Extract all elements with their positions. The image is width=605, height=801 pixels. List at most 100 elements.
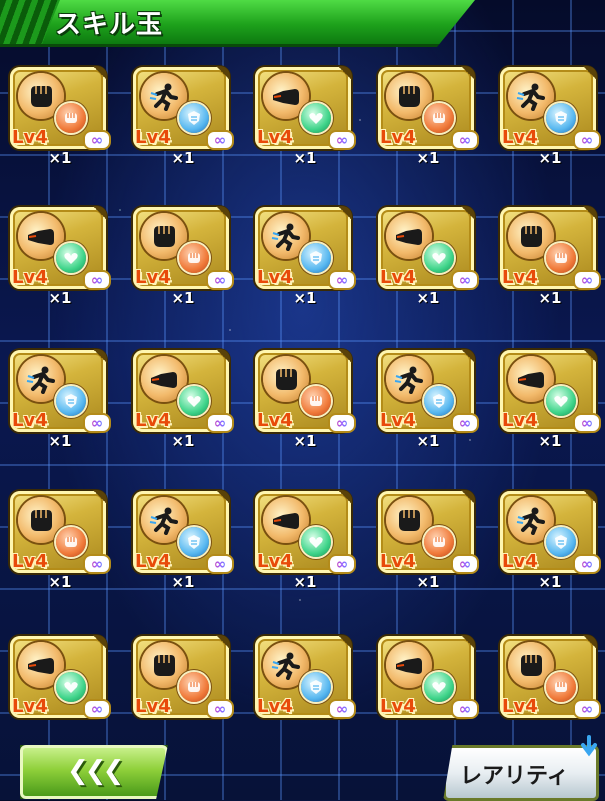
fist-small-icon bbox=[555, 253, 567, 263]
infinity-icon: ∞ bbox=[453, 556, 477, 572]
punch-icon bbox=[28, 658, 54, 674]
infinity-badge: ∞ bbox=[83, 270, 111, 290]
skill-level: Lv4 bbox=[135, 410, 171, 431]
runner-icon bbox=[26, 366, 55, 394]
skill-quantity: ×1 bbox=[538, 573, 562, 591]
shield-icon bbox=[310, 680, 322, 694]
infinity-icon: ∞ bbox=[85, 132, 109, 148]
skill-level: Lv4 bbox=[135, 696, 171, 717]
skill-level: Lv4 bbox=[257, 696, 293, 717]
skill-orb-item[interactable]: Lv4 ∞ ×1 bbox=[10, 490, 111, 591]
skill-orb-item[interactable]: Lv4 ∞ ×1 bbox=[500, 66, 601, 167]
skill-level: Lv4 bbox=[380, 551, 416, 572]
skill-orb-item[interactable]: Lv4 ∞ ×1 bbox=[255, 349, 356, 450]
skill-quantity: ×1 bbox=[538, 289, 562, 307]
skill-orb-item[interactable]: Lv4 ∞ ×1 bbox=[10, 66, 111, 167]
skill-orb-item[interactable]: Lv4 ∞ ×1 bbox=[255, 206, 356, 307]
skill-orb-type bbox=[301, 103, 331, 133]
infinity-badge: ∞ bbox=[451, 413, 479, 433]
skill-orb-type bbox=[56, 386, 86, 416]
skill-orb-type bbox=[56, 243, 86, 273]
skill-orb-type bbox=[424, 103, 454, 133]
infinity-icon: ∞ bbox=[330, 556, 354, 572]
skill-quantity: ×1 bbox=[293, 289, 317, 307]
infinity-badge: ∞ bbox=[206, 270, 234, 290]
skill-level: Lv4 bbox=[257, 127, 293, 148]
shield-icon bbox=[310, 251, 322, 265]
infinity-badge: ∞ bbox=[328, 270, 356, 290]
skill-orb-item[interactable]: Lv4 ∞ bbox=[378, 635, 479, 736]
skill-orb-item[interactable]: Lv4 ∞ ×1 bbox=[255, 490, 356, 591]
skill-orb-item[interactable]: Lv4 ∞ ×1 bbox=[255, 66, 356, 167]
skill-orb-type bbox=[546, 527, 576, 557]
skill-quantity: ×1 bbox=[48, 432, 72, 450]
skill-orb-item[interactable]: Lv4 ∞ ×1 bbox=[10, 349, 111, 450]
fist-small-icon bbox=[433, 113, 445, 123]
sort-button[interactable]: レアリティ bbox=[443, 745, 599, 801]
fist-icon bbox=[276, 369, 297, 390]
skill-quantity: ×1 bbox=[48, 149, 72, 167]
skill-orb-item[interactable]: Lv4 ∞ bbox=[255, 635, 356, 736]
skill-orb-item[interactable]: Lv4 ∞ bbox=[10, 635, 111, 736]
infinity-badge: ∞ bbox=[83, 130, 111, 150]
skill-orb-item[interactable]: Lv4 ∞ ×1 bbox=[378, 349, 479, 450]
fist-icon bbox=[399, 510, 420, 531]
skill-orb-item[interactable]: Lv4 ∞ ×1 bbox=[500, 206, 601, 307]
skill-orb-type bbox=[546, 672, 576, 702]
skill-orb-item[interactable]: Lv4 ∞ ×1 bbox=[133, 206, 234, 307]
skill-orb-item[interactable]: Lv4 ∞ bbox=[133, 635, 234, 736]
skill-level: Lv4 bbox=[135, 551, 171, 572]
infinity-icon: ∞ bbox=[85, 272, 109, 288]
fist-icon bbox=[521, 226, 542, 247]
skill-orb-item[interactable]: Lv4 ∞ ×1 bbox=[133, 490, 234, 591]
skill-orb-item[interactable]: Lv4 ∞ ×1 bbox=[10, 206, 111, 307]
skill-quantity: ×1 bbox=[293, 432, 317, 450]
skill-orb-item[interactable]: Lv4 ∞ ×1 bbox=[378, 490, 479, 591]
skill-level: Lv4 bbox=[12, 410, 48, 431]
skill-orb-type bbox=[424, 672, 454, 702]
back-button[interactable]: ❮❮❮ bbox=[20, 745, 168, 799]
infinity-icon: ∞ bbox=[208, 132, 232, 148]
infinity-icon: ∞ bbox=[208, 556, 232, 572]
skill-orb-item[interactable]: Lv4 ∞ ×1 bbox=[378, 66, 479, 167]
shield-icon bbox=[555, 535, 567, 549]
skill-orb-item[interactable]: Lv4 ∞ bbox=[500, 635, 601, 736]
fist-icon bbox=[154, 226, 175, 247]
skill-quantity: ×1 bbox=[48, 289, 72, 307]
skill-quantity: ×1 bbox=[538, 432, 562, 450]
punch-icon bbox=[518, 372, 544, 388]
fist-small-icon bbox=[310, 396, 322, 406]
infinity-badge: ∞ bbox=[206, 554, 234, 574]
punch-icon bbox=[396, 658, 422, 674]
skill-quantity: ×1 bbox=[416, 432, 440, 450]
skill-orb-type bbox=[179, 527, 209, 557]
skill-orb-item[interactable]: Lv4 ∞ ×1 bbox=[378, 206, 479, 307]
skill-quantity: ×1 bbox=[416, 573, 440, 591]
skill-orb-type bbox=[546, 103, 576, 133]
runner-icon bbox=[149, 83, 178, 111]
skill-orb-item[interactable]: Lv4 ∞ ×1 bbox=[133, 349, 234, 450]
infinity-icon: ∞ bbox=[85, 556, 109, 572]
infinity-badge: ∞ bbox=[206, 130, 234, 150]
skill-level: Lv4 bbox=[257, 410, 293, 431]
infinity-badge: ∞ bbox=[328, 699, 356, 719]
skill-orb-item[interactable]: Lv4 ∞ ×1 bbox=[500, 490, 601, 591]
infinity-icon: ∞ bbox=[330, 272, 354, 288]
shield-icon bbox=[188, 535, 200, 549]
skill-quantity: ×1 bbox=[171, 432, 195, 450]
sort-button-label: レアリティ bbox=[460, 764, 569, 789]
skill-orb-type bbox=[546, 386, 576, 416]
skill-orb-item[interactable]: Lv4 ∞ ×1 bbox=[133, 66, 234, 167]
skill-orb-item[interactable]: Lv4 ∞ ×1 bbox=[500, 349, 601, 450]
heart-icon bbox=[64, 682, 78, 693]
skill-orb-type bbox=[179, 103, 209, 133]
skill-orb-type bbox=[56, 672, 86, 702]
skill-quantity: ×1 bbox=[48, 573, 72, 591]
sort-order-icon[interactable] bbox=[578, 735, 600, 757]
infinity-badge: ∞ bbox=[328, 413, 356, 433]
shield-icon bbox=[188, 111, 200, 125]
runner-icon bbox=[516, 83, 545, 111]
fist-small-icon bbox=[188, 253, 200, 263]
header-stripe bbox=[0, 0, 60, 44]
skill-level: Lv4 bbox=[12, 696, 48, 717]
